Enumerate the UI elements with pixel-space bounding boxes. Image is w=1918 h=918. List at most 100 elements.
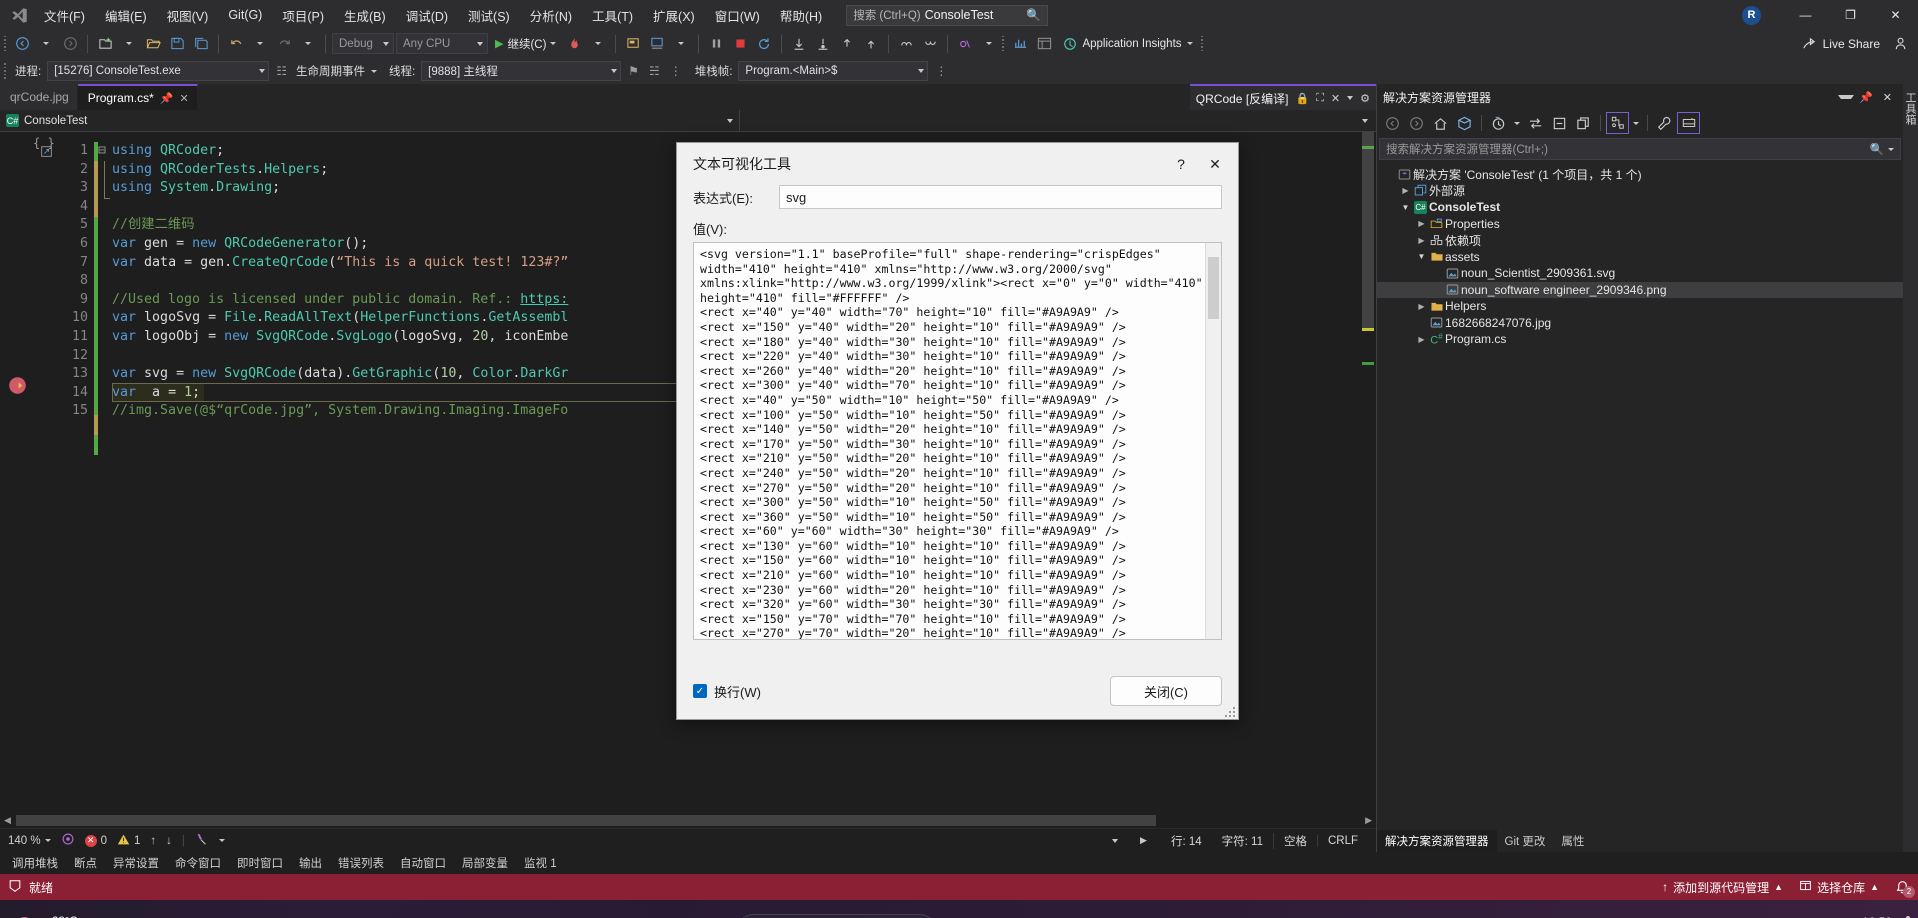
menu-tools[interactable]: 工具(T) [582, 2, 643, 29]
taskbar-app-office[interactable] [1044, 911, 1084, 918]
tree-twisty-icon[interactable]: ▶ [1415, 302, 1428, 311]
navigate-backward-dropdown-icon[interactable] [35, 33, 57, 55]
line-ending-mode[interactable]: CRLF [1316, 834, 1368, 847]
taskbar-app-fileexplorer[interactable] [995, 911, 1035, 918]
expression-input[interactable]: svg [779, 185, 1222, 209]
thread-select[interactable]: [9888] 主线程 [421, 61, 622, 81]
tree-item-10[interactable]: ▶ C# Program.cs [1377, 331, 1903, 348]
menu-view[interactable]: 视图(V) [157, 2, 219, 29]
chevron-down-icon[interactable] [1347, 96, 1354, 100]
diagnostics-icon[interactable] [1009, 33, 1031, 55]
stop-icon[interactable] [729, 33, 751, 55]
pin-icon[interactable]: 📌 [160, 92, 174, 105]
step-over-icon[interactable] [812, 33, 834, 55]
editor-hscroll-thumb[interactable] [16, 815, 1156, 826]
tree-item-0[interactable]: 解决方案 'ConsoleTest' (1 个项目，共 1 个) [1377, 166, 1903, 183]
menu-edit[interactable]: 编辑(E) [95, 2, 157, 29]
new-project-dropdown-icon[interactable] [118, 33, 140, 55]
target-platform-select[interactable]: Any CPU [396, 33, 488, 54]
stackframe-select[interactable]: Program.<Main>$ [738, 61, 929, 81]
warning-count[interactable]: 1 [117, 833, 140, 849]
dock-tab-0[interactable]: 调用堆栈 [4, 853, 66, 873]
close-icon[interactable]: ✕ [1331, 92, 1340, 105]
tab-program-cs[interactable]: Program.cs* 📌 ✕ [77, 84, 198, 110]
account-avatar[interactable]: R [1742, 5, 1761, 25]
text-visualizer-dialog[interactable]: 文本可视化工具 ? ✕ 表达式(E): svg 值(V): <svg versi… [676, 142, 1239, 720]
pin-icon[interactable]: 📌 [1854, 91, 1878, 104]
navigate-forward-icon[interactable] [59, 33, 81, 55]
expand-status-icon[interactable]: ▶ [1140, 835, 1161, 846]
close-button[interactable]: ✕ [1873, 0, 1918, 30]
dock-tab-7[interactable]: 自动窗口 [392, 853, 454, 873]
pending-changes-dropdown-icon[interactable] [1511, 112, 1523, 134]
start-button[interactable] [688, 911, 728, 918]
tree-item-7[interactable]: noun_software engineer_2909346.png [1377, 281, 1903, 298]
menu-project[interactable]: 项目(P) [272, 2, 334, 29]
taskbar-app-terminal[interactable] [1191, 911, 1231, 918]
tree-item-8[interactable]: ▶ Helpers [1377, 298, 1903, 315]
pause-icon[interactable] [705, 33, 727, 55]
process-select[interactable]: [15276] ConsoleTest.exe [47, 61, 270, 81]
menu-window[interactable]: 窗口(W) [705, 2, 770, 29]
help-button[interactable]: ? [1164, 149, 1198, 179]
tree-item-3[interactable]: ▶ Properties [1377, 216, 1903, 233]
close-icon[interactable]: ✕ [179, 92, 188, 105]
solution-tree[interactable]: 解决方案 'ConsoleTest' (1 个项目，共 1 个) ▶ 外部源 ▼ C# C… [1377, 164, 1903, 830]
step-back-icon[interactable] [895, 33, 917, 55]
menu-debug[interactable]: 调试(D) [396, 2, 458, 29]
step-into-icon[interactable] [788, 33, 810, 55]
add-to-source-control-button[interactable]: ↑ 添加到源代码管理 ▲ [1662, 879, 1783, 896]
float-window-icon[interactable]: ⛶ [1316, 92, 1324, 105]
chevron-down-icon[interactable] [218, 839, 225, 842]
stackframe-overflow-icon[interactable]: ⋮ [932, 64, 950, 78]
tree-item-9[interactable]: 1682668247076.jpg [1377, 315, 1903, 332]
taskbar-app-visual-studio[interactable] [1093, 911, 1133, 918]
next-issue-icon[interactable]: ↓ [166, 835, 172, 847]
expand-structure-icon[interactable] [41, 146, 52, 160]
value-scrollbar[interactable] [1205, 243, 1221, 639]
new-project-icon[interactable] [94, 33, 116, 55]
sync-with-active-document-icon[interactable] [1524, 112, 1547, 134]
restart-icon[interactable] [753, 33, 775, 55]
menu-file[interactable]: 文件(F) [34, 2, 95, 29]
indentation-mode[interactable]: 空格 [1272, 832, 1317, 849]
redo-icon[interactable] [273, 33, 295, 55]
feedback-person-icon[interactable] [1890, 33, 1912, 55]
taskbar-app-widgets[interactable] [946, 911, 986, 918]
toolbar-grip-2[interactable] [1002, 35, 1007, 53]
open-file-icon[interactable] [142, 33, 164, 55]
dock-tab-4[interactable]: 即时窗口 [229, 853, 291, 873]
breakpoints-icon[interactable] [954, 33, 976, 55]
step-out-icon[interactable] [836, 33, 858, 55]
breakpoints-dropdown-icon[interactable] [978, 33, 1000, 55]
decompiled-tab-label[interactable]: QRCode [反编译] [1196, 90, 1289, 107]
chevron-down-icon[interactable] [1112, 838, 1119, 843]
step-forward-icon[interactable] [919, 33, 941, 55]
view-dropdown-icon[interactable] [1630, 112, 1642, 134]
tree-item-4[interactable]: ▶ 依赖项 [1377, 232, 1903, 249]
show-all-files-icon[interactable] [1572, 112, 1595, 134]
undo-dropdown-icon[interactable] [249, 33, 271, 55]
solution-icon[interactable] [1453, 112, 1476, 134]
chevron-down-icon[interactable] [1362, 118, 1368, 123]
menu-analyze[interactable]: 分析(N) [520, 2, 582, 29]
select-repository-button[interactable]: 选择仓库 ▲ [1799, 879, 1879, 896]
pending-changes-icon[interactable] [1487, 112, 1510, 134]
forward-icon[interactable] [1405, 112, 1428, 134]
tree-twisty-icon[interactable]: ▶ [1399, 186, 1412, 195]
dock-tab-6[interactable]: 错误列表 [330, 853, 392, 873]
glyph-margin[interactable] [0, 132, 32, 813]
solution-explorer-search[interactable]: 搜索解决方案资源管理器(Ctrl+;) 🔍 [1379, 138, 1901, 160]
tab-properties[interactable]: 属性 [1553, 830, 1592, 852]
collapse-all-icon[interactable] [1548, 112, 1571, 134]
menu-extensions[interactable]: 扩展(X) [643, 2, 705, 29]
debug-toolbar-grip[interactable] [4, 62, 9, 80]
dock-tab-5[interactable]: 输出 [291, 853, 330, 873]
redo-dropdown-icon[interactable] [297, 33, 319, 55]
tree-twisty-icon[interactable]: ▼ [1415, 252, 1428, 261]
error-count[interactable]: ✕ 0 [84, 834, 107, 847]
preview-selected-items-icon[interactable] [1677, 112, 1700, 134]
value-textarea[interactable]: <svg version="1.1" baseProfile="full" sh… [693, 242, 1222, 640]
save-icon[interactable] [166, 33, 188, 55]
live-share-button[interactable]: Live Share [1802, 36, 1880, 51]
